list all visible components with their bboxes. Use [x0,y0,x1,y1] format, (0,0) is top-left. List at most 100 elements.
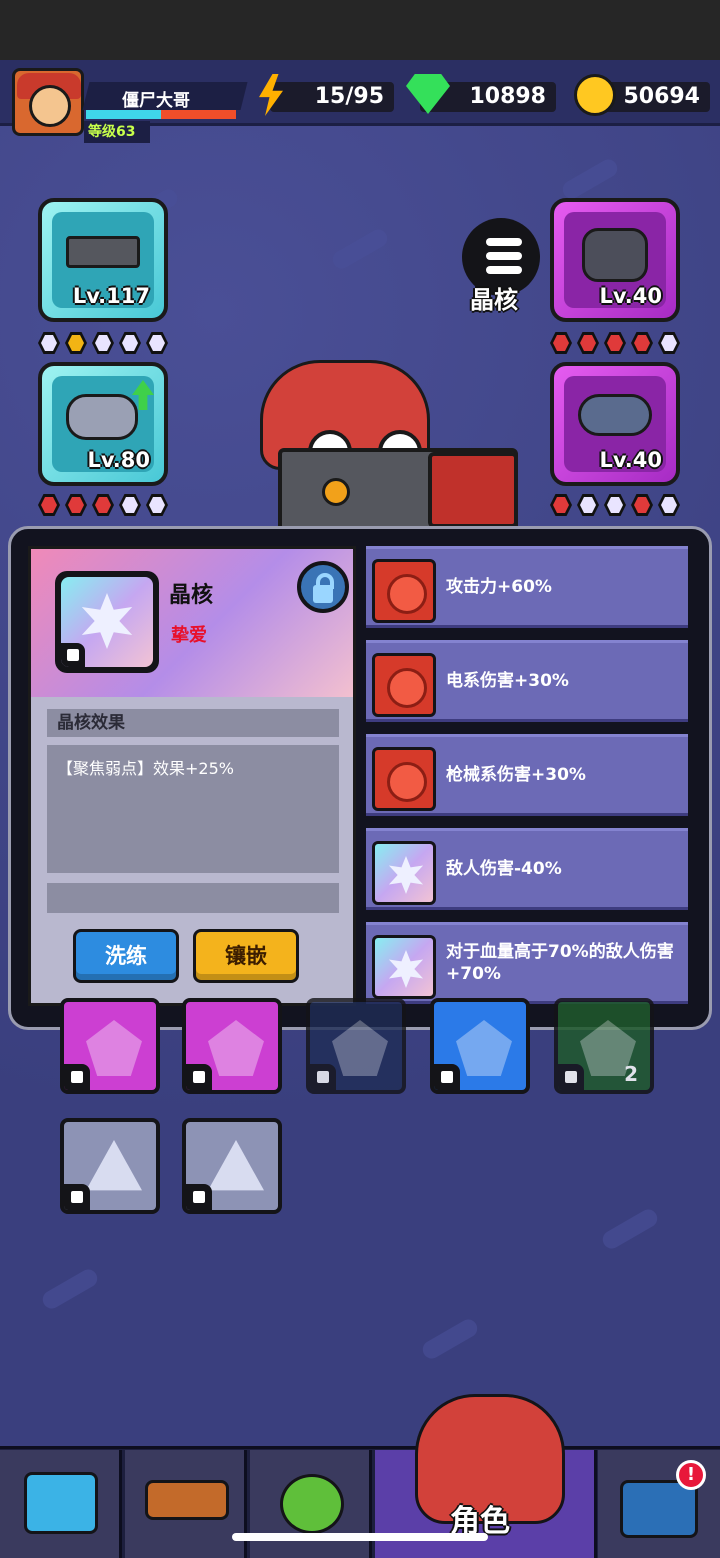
rarity-dot [119,494,141,516]
hero-cannon [278,448,518,532]
rarity-dot [604,332,626,354]
attribute-text: 对于血量高于70%的敌人伤害+70% [446,942,674,984]
inventory-item[interactable] [182,1118,282,1214]
item-tag-icon [64,1184,90,1210]
attribute-text: 攻击力+60% [446,577,552,597]
nav-weapons[interactable] [125,1450,247,1558]
xp-bar-fill [86,110,161,119]
player-avatar[interactable] [12,68,84,136]
pink-core-icon [86,1020,142,1076]
item-tag-icon [310,1064,336,1090]
avatar-face [29,85,71,127]
coin-value: 50694 [623,84,700,109]
core-title: 晶核 [169,583,214,608]
menu-line-icon [486,266,522,274]
armor-icon [582,228,648,282]
core-item-background [61,577,153,667]
rarity-dot [631,494,653,516]
cannon-barrel [428,452,518,528]
item-tag-icon [558,1064,584,1090]
rarity-dot [658,494,680,516]
stack-count: 2 [624,1062,638,1086]
player-level: 等级63 [84,121,150,143]
inventory-item[interactable] [60,1118,160,1214]
attribute-row: 枪械系伤害+30% [366,734,688,816]
core-effect-label: 晶核效果 [47,709,339,737]
inventory-item[interactable] [182,998,282,1094]
equip-slot-armor[interactable]: Lv.40 [550,198,680,322]
item-tag-icon [186,1064,212,1090]
silver-triangle-core-icon [86,1140,142,1191]
rarity-dot [146,332,168,354]
lock-toggle-button[interactable] [297,561,349,613]
core-info-card: 晶核 挚爱 晶核效果 【聚焦弱点】效果+25% 洗练 镶嵌 [28,546,356,1006]
rarity-dot [146,494,168,516]
rarity-dot [631,332,653,354]
necklace-level: Lv.80 [87,448,150,472]
rarity-dot [658,332,680,354]
pink-core-icon [208,1020,264,1076]
rarity-dot [577,494,599,516]
inlay-button[interactable]: 镶嵌 [193,929,299,983]
player-name: 僵尸大哥 [122,91,190,111]
effect-divider [47,883,339,913]
alert-badge: ! [676,1460,706,1490]
star-core-icon [372,935,436,999]
rarity-dot [38,494,60,516]
ring-level: Lv.40 [599,448,662,472]
core-name: 挚爱 [171,625,207,646]
menu-line-icon [486,252,522,260]
inventory-item[interactable]: 2 [554,998,654,1094]
gem-counter[interactable]: 10898 [406,74,556,114]
home-indicator[interactable] [232,1533,488,1541]
equip-slot-weapon[interactable]: Lv.117 [38,198,168,322]
cannon-icon [66,236,140,268]
weapon-level: Lv.117 [72,284,150,308]
core-effect-box: 【聚焦弱点】效果+25% [47,745,339,873]
zombie-pet-icon [280,1474,344,1534]
item-tag-icon [434,1064,460,1090]
rarity-dot [38,332,60,354]
inventory-item[interactable] [306,998,406,1094]
rarity-dot [119,332,141,354]
xp-bar [86,110,236,119]
attribute-row: 对于血量高于70%的敌人伤害+70% [366,922,688,1004]
rarity-dot [550,332,572,354]
star-core-icon [372,841,436,905]
rarity-dot [550,494,572,516]
attribute-text: 枪械系伤害+30% [446,765,586,785]
attribute-row: 敌人伤害-40% [366,828,688,910]
armor-level: Lv.40 [599,284,662,308]
inventory-item[interactable] [430,998,530,1094]
rarity-dot [65,494,87,516]
menu-line-icon [486,238,522,246]
energy-counter[interactable]: 15/95 [259,74,394,116]
refine-button[interactable]: 洗练 [73,929,179,983]
inventory-item[interactable] [60,998,160,1094]
shop-icon [24,1472,98,1534]
star-core-icon [81,593,133,649]
item-tag-icon [64,1064,90,1090]
attribute-row: 攻击力+60% [366,546,688,628]
red-gem-icon [372,747,436,811]
cannon-emblem-icon [322,478,350,506]
red-gem-icon [372,653,436,717]
equip-slot-necklace[interactable]: Lv.80 [38,362,168,486]
rarity-dot [577,332,599,354]
nav-pets[interactable] [250,1450,372,1558]
core-menu-label[interactable]: 晶核 [470,280,518,315]
nav-shop[interactable] [0,1450,122,1558]
attribute-text: 敌人伤害-40% [446,859,562,879]
gold-coin-icon [574,74,616,116]
navy-core-icon [332,1020,388,1076]
silver-triangle-core-icon [208,1140,264,1191]
pistol-icon [145,1480,229,1520]
chain-necklace-icon [66,394,138,440]
skull-ring-icon [578,394,652,436]
rarity-dot [65,332,87,354]
necklace-rarity-dots [38,494,168,518]
coin-counter[interactable]: 50694 [574,74,710,116]
attribute-text: 电系伤害+30% [446,671,569,691]
core-item-frame [55,571,159,673]
equip-slot-ring[interactable]: Lv.40 [550,362,680,486]
